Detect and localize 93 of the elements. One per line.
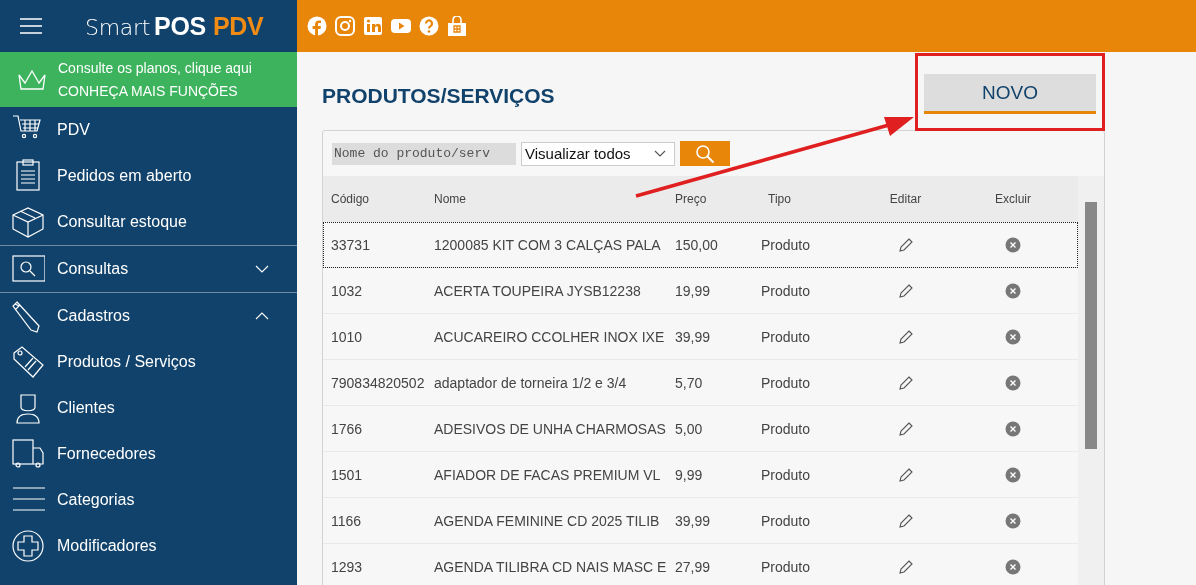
crown-icon — [17, 68, 47, 91]
search-button[interactable] — [680, 141, 730, 166]
table-cell-text: AGENDA FEMININE CD 2025 TILIB — [433, 512, 661, 529]
table-row[interactable]: 1010 ACUCAREIRO CCOLHER INOX IXE 39,99 Produto — [323, 314, 1078, 360]
table-cell-text: 5,70 — [674, 374, 704, 391]
search-icon — [694, 143, 716, 164]
sidebar-item[interactable]: Fornecedores — [0, 431, 297, 477]
edit-icon[interactable] — [897, 512, 914, 529]
table-cell-text: ACUCAREIRO CCOLHER INOX IXE — [433, 328, 666, 345]
column-header: Nome — [433, 192, 467, 206]
sidebar-item[interactable]: Consultar estoque — [0, 199, 297, 245]
promo-text: CONHEÇA MAIS FUNÇÕES — [58, 81, 239, 101]
table-cell-text: AFIADOR DE FACAS PREMIUM VL — [433, 466, 662, 483]
linkedin-icon[interactable] — [363, 15, 383, 37]
promo-text: Consulte os planos, clique aqui — [58, 58, 252, 78]
table-row[interactable]: 1766 ADESIVOS DE UNHA CHARMOSAS 5,00 Produto — [323, 406, 1078, 452]
table-cell-text: 1501 — [330, 466, 364, 483]
table-cell-text: Produto — [760, 282, 812, 299]
scrollbar[interactable] — [1078, 176, 1104, 585]
table-cell-text: 1293 — [330, 558, 364, 575]
table-cell-text: ACERTA TOUPEIRA JYSB12238 — [433, 282, 642, 299]
column-header: Editar — [888, 192, 923, 206]
delete-icon[interactable] — [1005, 512, 1021, 529]
table-row[interactable]: 1032 ACERTA TOUPEIRA JYSB12238 19,99 Produto — [323, 268, 1078, 314]
sidebar-item[interactable]: PDV — [0, 107, 297, 153]
table-row[interactable]: 33731 1200085 KIT COM 3 CALÇAS PALA 150,00 Produto — [323, 222, 1078, 268]
delete-icon[interactable] — [1005, 466, 1021, 483]
column-header: Preço — [674, 192, 708, 206]
table-cell-text: 9,99 — [674, 466, 704, 483]
sidebar-item[interactable]: Clientes — [0, 385, 297, 431]
table-cell-text: 150,00 — [674, 236, 719, 253]
table-cell-text: Produto — [760, 512, 812, 529]
sidebar-item[interactable]: Modificadores — [0, 523, 297, 569]
edit-icon[interactable] — [897, 328, 914, 345]
table-cell-text: 27,99 — [674, 558, 712, 575]
table-cell-text: 1200085 KIT COM 3 CALÇAS PALA — [433, 236, 662, 253]
column-header: Código — [330, 192, 371, 206]
delete-icon[interactable] — [1005, 420, 1021, 437]
table-cell-text: AGENDA TILIBRA CD NAIS MASC E — [433, 558, 668, 575]
delete-icon[interactable] — [1005, 328, 1021, 345]
table-cell-text: 39,99 — [674, 512, 712, 529]
tag-icon — [11, 345, 45, 379]
delete-icon[interactable] — [1005, 374, 1021, 391]
column-header: Excluir — [994, 192, 1032, 206]
help-icon[interactable] — [419, 15, 439, 37]
sidebar-item[interactable]: Produtos / Serviços — [0, 339, 297, 385]
box-icon — [11, 205, 45, 239]
delete-icon[interactable] — [1005, 558, 1021, 575]
truck-icon — [11, 437, 45, 471]
table-cell-text: 33731 — [330, 236, 371, 253]
page-title: PRODUTOS/SERVIÇOS — [322, 84, 555, 108]
table-cell-text: ADESIVOS DE UNHA CHARMOSAS — [433, 420, 667, 437]
facebook-icon[interactable] — [307, 15, 327, 37]
logo: Smart POS PDV — [85, 11, 264, 41]
new-button[interactable]: NOVO — [924, 74, 1096, 114]
instagram-icon[interactable] — [335, 15, 355, 37]
table-cell-text: 5,00 — [674, 420, 704, 437]
sidebar-item[interactable]: Cadastros — [0, 292, 297, 339]
table-cell-text: Produto — [760, 420, 812, 437]
sidebar-item[interactable]: Consultas — [0, 245, 297, 292]
table-cell-text: 1166 — [330, 512, 363, 529]
table-cell-text: 790834820502 — [330, 374, 425, 391]
table-cell-text: Produto — [760, 558, 812, 575]
column-header: Tipo — [767, 192, 792, 206]
table-cell-text: Produto — [760, 374, 812, 391]
plus-circle-icon — [11, 529, 45, 563]
delete-icon[interactable] — [1005, 282, 1021, 299]
sidebar-item[interactable]: Categorias — [0, 477, 297, 523]
table-cell-text: Produto — [760, 466, 812, 483]
edit-icon[interactable] — [897, 558, 914, 575]
table-cell-text: Produto — [760, 328, 812, 345]
table-cell-text: 19,99 — [674, 282, 712, 299]
menu-icon[interactable] — [20, 18, 42, 34]
table-row[interactable]: 1501 AFIADOR DE FACAS PREMIUM VL 9,99 Produto — [323, 452, 1078, 498]
view-dropdown[interactable]: Visualizar todos — [521, 141, 675, 166]
table-cell-text: 1032 — [330, 282, 364, 299]
search-field[interactable]: Nome do produto/serv — [332, 142, 516, 165]
table-cell-text: adaptador de torneira 1/2 e 3/4 — [433, 374, 628, 391]
edit-icon[interactable] — [897, 236, 914, 253]
edit-icon[interactable] — [897, 466, 914, 483]
table-cell-text: Produto — [760, 236, 812, 253]
edit-icon[interactable] — [897, 282, 914, 299]
edit-icon[interactable] — [897, 374, 914, 391]
table-row[interactable]: 1166 AGENDA FEMININE CD 2025 TILIB 39,99 Produto — [323, 498, 1078, 544]
sidebar-item[interactable]: Pedidos em aberto — [0, 153, 297, 199]
table-row[interactable]: 790834820502 adaptador de torneira 1/2 e 3/4 5,70 Produto — [323, 360, 1078, 406]
table-cell-text: 39,99 — [674, 328, 712, 345]
chevron-down-icon — [654, 149, 666, 158]
edit-icon[interactable] — [897, 420, 914, 437]
delete-icon[interactable] — [1005, 236, 1021, 253]
table-cell-text: 1766 — [330, 420, 364, 437]
shopping-bag-icon[interactable] — [447, 15, 467, 37]
table-cell-text: 1010 — [330, 328, 364, 345]
